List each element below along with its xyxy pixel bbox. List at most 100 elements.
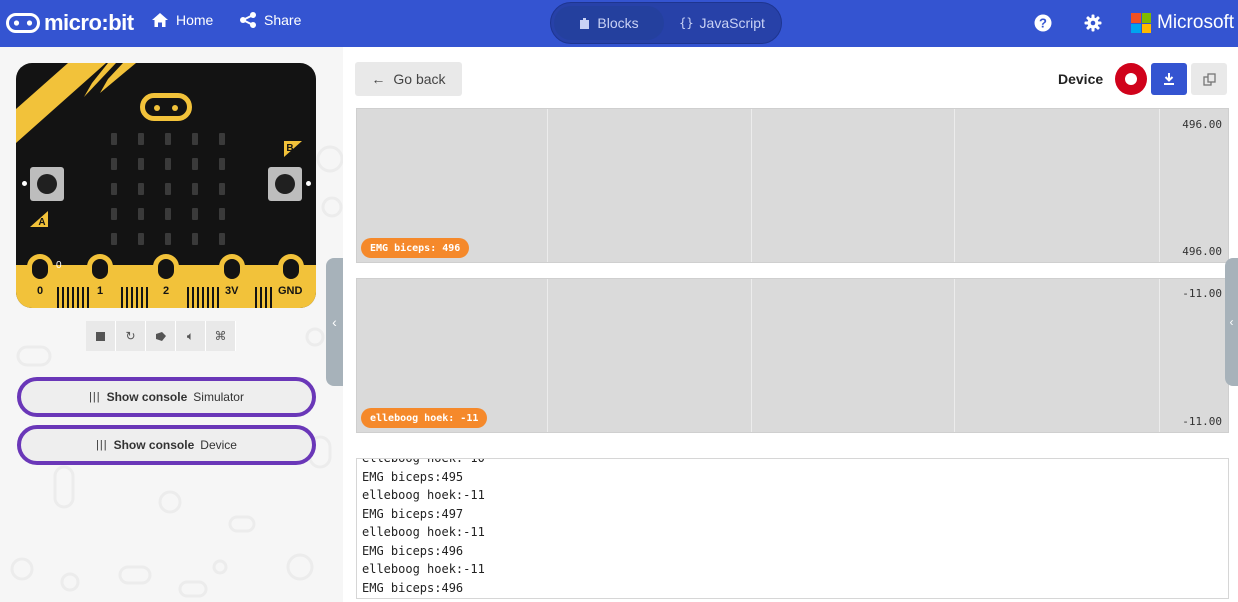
led xyxy=(219,133,225,145)
javascript-tab[interactable]: {} JavaScript xyxy=(666,6,778,40)
settings-button[interactable] xyxy=(1082,12,1104,34)
pin-label: 0 xyxy=(37,285,44,297)
go-back-button[interactable]: ← Go back xyxy=(355,62,462,96)
bars-icon: ||| xyxy=(96,439,108,451)
series-label: elleboog hoek: -11 xyxy=(361,408,488,428)
grid-line xyxy=(547,279,548,432)
pin-label: 1 xyxy=(97,285,104,297)
collapse-right-button[interactable]: ‹ xyxy=(1225,258,1238,386)
chart-max-value: 496.00 xyxy=(1182,118,1222,131)
share-icon xyxy=(240,12,256,28)
pin-2[interactable] xyxy=(153,254,179,284)
console-source-label: Device xyxy=(200,438,237,452)
led xyxy=(192,208,198,220)
led xyxy=(138,233,144,245)
microbit-board: A B 0 0 1 2 3V GND xyxy=(16,63,316,308)
svg-text:B: B xyxy=(286,143,293,154)
show-console-simulator-button[interactable]: ||| Show console Simulator xyxy=(17,377,316,417)
led xyxy=(192,133,198,145)
microsoft-grid-icon xyxy=(1131,13,1151,33)
microsoft-label: Microsoft xyxy=(1157,12,1235,33)
pin-0[interactable] xyxy=(27,254,53,284)
puzzle-icon xyxy=(580,17,590,29)
share-label: Share xyxy=(264,12,302,28)
microbit-logo[interactable]: micro:bit xyxy=(6,8,134,38)
home-icon xyxy=(152,13,168,27)
grid-line xyxy=(1159,279,1160,432)
button-b-label: B xyxy=(284,141,302,157)
copy-button[interactable] xyxy=(1191,63,1227,95)
led xyxy=(111,183,117,195)
share-button[interactable]: Share xyxy=(239,12,301,28)
record-icon xyxy=(1125,73,1137,85)
led xyxy=(138,158,144,170)
show-console-label: Show console xyxy=(113,438,195,452)
grid-line xyxy=(954,279,955,432)
restart-icon: ↻ xyxy=(125,329,136,343)
stop-icon xyxy=(96,331,105,341)
elleboog-hoek-chart: -11.00 -11.00 elleboog hoek: -11 xyxy=(356,278,1229,433)
led-matrix[interactable] xyxy=(111,133,225,253)
pin-label: GND xyxy=(278,285,303,297)
bars-icon: ||| xyxy=(89,391,101,403)
debug-button[interactable] xyxy=(146,321,176,351)
top-bar: micro:bit Home Share Blocks {} JavaScrip… xyxy=(0,0,1238,47)
download-button[interactable] xyxy=(1151,63,1187,95)
svg-text:?: ? xyxy=(1039,16,1047,31)
simulator-controls: ↻ 🔈︎ ⌘ xyxy=(86,321,236,351)
go-back-label: Go back xyxy=(393,71,446,87)
chart-min-value: -11.00 xyxy=(1182,415,1222,428)
pin-3v[interactable] xyxy=(219,254,245,284)
grid-line xyxy=(751,279,752,432)
led xyxy=(111,208,117,220)
led xyxy=(138,208,144,220)
fullscreen-icon: ⌘ xyxy=(214,329,227,343)
sound-button[interactable]: 🔈︎ xyxy=(176,321,206,351)
pin-gnd[interactable] xyxy=(278,254,304,284)
fullscreen-button[interactable]: ⌘ xyxy=(206,321,236,351)
arrow-left-icon: ← xyxy=(371,71,386,87)
record-button[interactable] xyxy=(1115,63,1147,95)
serial-console[interactable]: elleboog hoek:-10 EMG biceps:495 elleboo… xyxy=(356,458,1229,599)
home-button[interactable]: Home xyxy=(151,12,213,28)
help-button[interactable]: ? xyxy=(1032,12,1054,34)
show-console-label: Show console xyxy=(106,390,188,404)
console-source-label: Simulator xyxy=(193,390,244,404)
led xyxy=(165,183,171,195)
button-a[interactable] xyxy=(30,167,64,201)
button-b[interactable] xyxy=(268,167,302,201)
led xyxy=(192,158,198,170)
console-line: elleboog hoek:-11 xyxy=(362,562,485,576)
console-line: EMG biceps:495 xyxy=(362,469,464,484)
led xyxy=(219,233,225,245)
pin-1[interactable] xyxy=(87,254,113,284)
microsoft-logo[interactable]: Microsoft xyxy=(1131,12,1234,34)
javascript-label: JavaScript xyxy=(699,15,765,31)
console-line: elleboog hoek:-11 xyxy=(362,488,485,502)
console-line: elleboog hoek:-10 xyxy=(362,458,485,465)
collapse-simulator-button[interactable]: ‹ xyxy=(326,258,343,386)
debug-icon xyxy=(155,331,166,341)
led xyxy=(219,208,225,220)
svg-text:A: A xyxy=(38,217,45,227)
home-label: Home xyxy=(176,12,214,28)
led xyxy=(111,158,117,170)
led xyxy=(138,183,144,195)
chevron-left-icon: ‹ xyxy=(1229,315,1234,329)
stop-button[interactable] xyxy=(86,321,116,351)
simulator-panel: A B 0 0 1 2 3V GND ↻ 🔈︎ ⌘ ||| Show conso… xyxy=(0,47,343,602)
restart-button[interactable]: ↻ xyxy=(116,321,146,351)
led xyxy=(165,208,171,220)
grid-line xyxy=(751,109,752,262)
show-console-device-button[interactable]: ||| Show console Device xyxy=(17,425,316,465)
button-a-dot xyxy=(22,181,27,186)
blocks-tab[interactable]: Blocks xyxy=(554,6,664,40)
grid-line xyxy=(954,109,955,262)
sound-icon: 🔈︎ xyxy=(186,328,195,343)
pin-label: 3V xyxy=(225,285,239,297)
series-label: EMG biceps: 496 xyxy=(361,238,470,258)
console-lines: elleboog hoek:-10 EMG biceps:495 elleboo… xyxy=(362,458,485,597)
led xyxy=(165,158,171,170)
blocks-label: Blocks xyxy=(597,15,639,31)
chevron-left-icon: ‹ xyxy=(332,314,337,330)
